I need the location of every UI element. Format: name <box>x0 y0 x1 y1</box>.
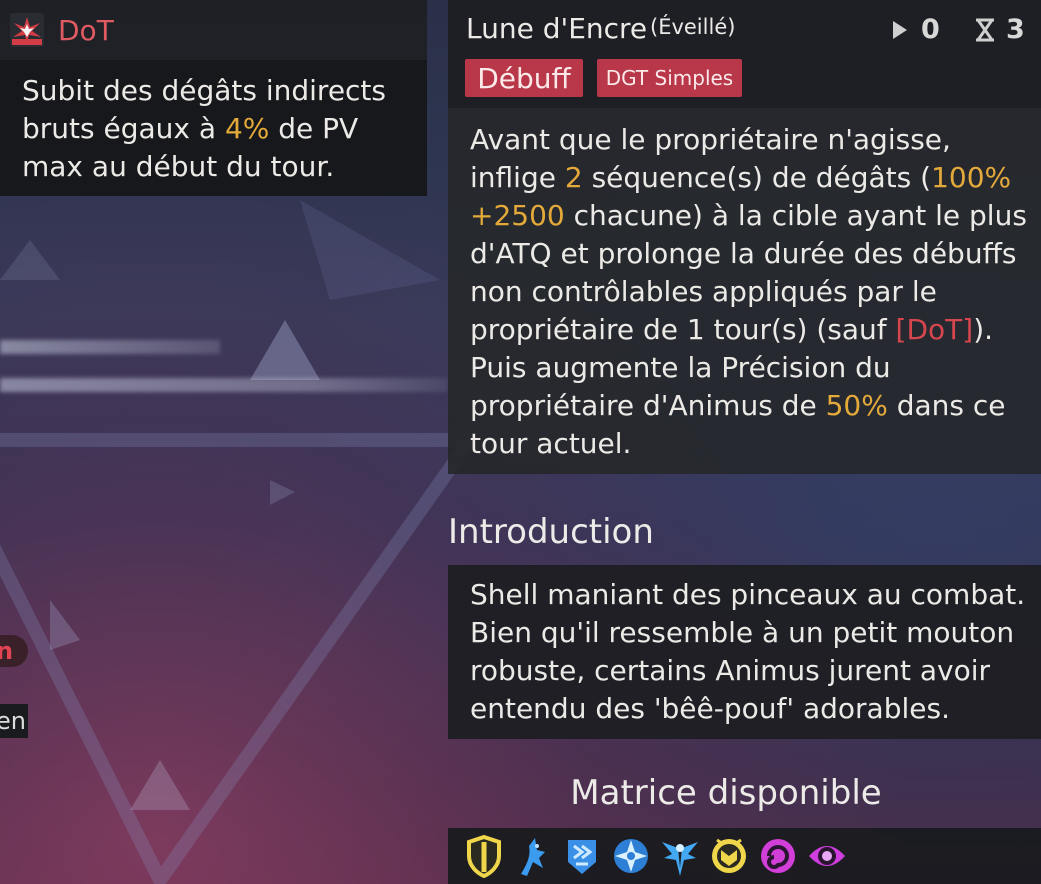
tag-debuff-label: Débuff <box>477 61 571 95</box>
dot-percent: 4% <box>224 112 270 145</box>
blue-badge-icon[interactable] <box>562 834 602 878</box>
cost-value: 0 <box>921 14 940 45</box>
cost-stat: 0 <box>891 14 940 45</box>
cooldown-stat: 3 <box>974 14 1025 45</box>
matrix-icon-bar <box>448 828 1041 884</box>
skill-state: (Éveillé) <box>650 15 736 39</box>
blurred-text-line <box>0 340 220 354</box>
dot-tooltip-header: DoT <box>0 0 427 60</box>
dot-keyword: [DoT] <box>895 313 974 346</box>
hit-count: 2 <box>564 161 583 194</box>
purple-eye-icon[interactable] <box>807 834 847 878</box>
red-burst-icon <box>10 13 44 47</box>
tag-debuff: Débuff <box>465 59 583 97</box>
introduction-heading: Introduction <box>448 512 654 552</box>
blue-compass-icon[interactable] <box>611 834 651 878</box>
skill-description: Avant que le propriétaire n'agisse, infl… <box>448 108 1041 474</box>
tag-damage-type-label: DGT Simples <box>605 66 734 90</box>
precision-bonus: 50% <box>825 389 888 422</box>
purple-spiral-icon[interactable] <box>758 834 798 878</box>
matrix-heading: Matrice disponible <box>570 773 882 813</box>
dot-description: Subit des dégâts indirects bruts égaux à… <box>0 60 427 196</box>
partial-label: en <box>0 704 28 738</box>
introduction-text: Shell maniant des pinceaux au combat. Bi… <box>448 565 1041 739</box>
blurred-text-line <box>0 378 448 392</box>
play-icon <box>893 20 907 39</box>
skill-name: Lune d'Encre <box>466 12 648 45</box>
yellow-crest-icon[interactable] <box>709 834 749 878</box>
yellow-shield-icon[interactable] <box>464 834 504 878</box>
tag-damage-type: DGT Simples <box>597 59 742 97</box>
dot-title: DoT <box>58 13 114 47</box>
blue-claw-icon[interactable] <box>513 834 553 878</box>
desc-text: séquence(s) de dégâts ( <box>582 161 932 194</box>
skill-header: Lune d'Encre (Éveillé) 0 3 Débuff DGT Si… <box>448 0 1041 108</box>
blue-wings-icon[interactable] <box>660 834 700 878</box>
cooldown-value: 3 <box>1006 14 1025 45</box>
dot-tooltip: DoT Subit des dégâts indirects bruts éga… <box>0 0 427 196</box>
hourglass-icon <box>976 18 994 41</box>
